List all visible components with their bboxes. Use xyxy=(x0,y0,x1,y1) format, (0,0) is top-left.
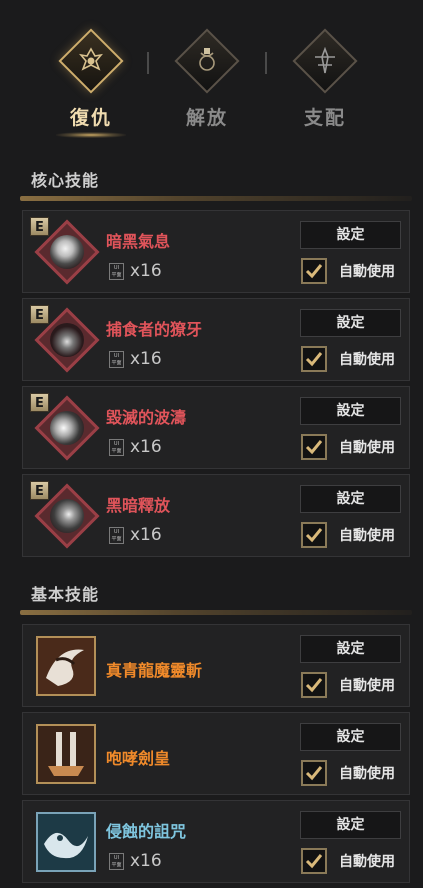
set-button[interactable]: 設定 xyxy=(300,221,401,249)
skill-icon xyxy=(36,724,96,784)
checkmark-icon xyxy=(305,678,323,693)
skill-name: 侵蝕的詛咒 xyxy=(106,822,187,841)
auto-use-checkbox[interactable] xyxy=(301,434,327,460)
auto-use-label: 自動使用 xyxy=(339,854,395,870)
basic-skills-title: 基本技能 xyxy=(31,585,100,604)
stack-count-value: x16 xyxy=(130,261,162,281)
auto-use-checkbox[interactable] xyxy=(301,522,327,548)
e-badge: E xyxy=(30,305,49,324)
section-divider xyxy=(20,610,412,615)
checkmark-icon xyxy=(305,766,323,781)
stack-count: UI 平面 x16 xyxy=(109,437,162,457)
auto-use-label: 自動使用 xyxy=(339,678,395,694)
set-button[interactable]: 設定 xyxy=(300,397,401,425)
tab-divider xyxy=(265,52,267,74)
tab-domination[interactable]: 支配 xyxy=(280,0,370,140)
auto-use-toggle[interactable]: 自動使用 xyxy=(301,522,395,548)
vengeance-emblem xyxy=(58,28,124,94)
stack-count-value: x16 xyxy=(130,851,162,871)
domination-emblem-icon xyxy=(315,47,335,74)
tab-label: 復仇 xyxy=(69,107,112,129)
vengeance-emblem-icon xyxy=(79,47,103,71)
auto-use-checkbox[interactable] xyxy=(301,672,327,698)
auto-use-toggle[interactable]: 自動使用 xyxy=(301,434,395,460)
auto-use-checkbox[interactable] xyxy=(301,848,327,874)
skill-name: 真青龍魔靈斬 xyxy=(106,661,203,680)
skill-name: 黑暗釋放 xyxy=(106,496,171,515)
set-button[interactable]: 設定 xyxy=(300,309,401,337)
skill-row-core-4[interactable]: E 黑暗釋放 UI 平面 x16 設定 自動使用 xyxy=(22,474,410,557)
set-button[interactable]: 設定 xyxy=(300,635,401,663)
skill-row-core-3[interactable]: E 毀滅的波濤 UI 平面 x16 設定 自動使用 xyxy=(22,386,410,469)
skill-category-tabs: 復仇 解放 支配 xyxy=(0,0,423,150)
set-button[interactable]: 設定 xyxy=(300,811,401,839)
dragon-slash-icon xyxy=(38,638,94,694)
liberation-emblem xyxy=(174,28,240,94)
domination-emblem xyxy=(292,28,358,94)
auto-use-toggle[interactable]: 自動使用 xyxy=(301,672,395,698)
auto-use-label: 自動使用 xyxy=(339,440,395,456)
stack-count: UI 平面 x16 xyxy=(109,851,162,871)
skill-row-core-2[interactable]: E 捕食者的獠牙 UI 平面 x16 設定 自動使用 xyxy=(22,298,410,381)
auto-use-checkbox[interactable] xyxy=(301,760,327,786)
checkmark-icon xyxy=(305,352,323,367)
checkmark-icon xyxy=(305,440,323,455)
auto-use-label: 自動使用 xyxy=(339,352,395,368)
erosion-curse-icon xyxy=(38,814,94,870)
auto-use-label: 自動使用 xyxy=(339,264,395,280)
skill-row-basic-2[interactable]: 咆哮劍皇 設定 自動使用 xyxy=(22,712,410,795)
stack-count: UI 平面 x16 xyxy=(109,525,162,545)
auto-use-label: 自動使用 xyxy=(339,528,395,544)
checkmark-icon xyxy=(305,854,323,869)
e-badge: E xyxy=(30,393,49,412)
section-divider xyxy=(20,196,412,201)
stack-icon: UI 平面 xyxy=(109,852,124,870)
stack-count-value: x16 xyxy=(130,437,162,457)
checkmark-icon xyxy=(305,264,323,279)
auto-use-toggle[interactable]: 自動使用 xyxy=(301,760,395,786)
skill-row-basic-1[interactable]: 真青龍魔靈斬 設定 自動使用 xyxy=(22,624,410,707)
stack-icon: UI 平面 xyxy=(109,438,124,456)
skill-name: 暗黑氣息 xyxy=(106,232,171,251)
stack-icon: UI 平面 xyxy=(109,350,124,368)
e-badge: E xyxy=(30,217,49,236)
auto-use-label: 自動使用 xyxy=(339,766,395,782)
stack-count: UI 平面 x16 xyxy=(109,349,162,369)
skill-icon xyxy=(36,636,96,696)
skill-name: 捕食者的獠牙 xyxy=(106,320,203,339)
skill-name: 咆哮劍皇 xyxy=(106,749,171,768)
active-tab-indicator xyxy=(56,132,126,138)
auto-use-checkbox[interactable] xyxy=(301,346,327,372)
liberation-emblem-icon xyxy=(199,48,215,71)
auto-use-toggle[interactable]: 自動使用 xyxy=(301,346,395,372)
tab-vengeance[interactable]: 復仇 xyxy=(46,0,136,140)
stack-count-value: x16 xyxy=(130,525,162,545)
auto-use-toggle[interactable]: 自動使用 xyxy=(301,848,395,874)
checkmark-icon xyxy=(305,528,323,543)
skill-name: 毀滅的波濤 xyxy=(106,408,187,427)
stack-count-value: x16 xyxy=(130,349,162,369)
tab-label: 支配 xyxy=(303,107,346,129)
core-skills-title: 核心技能 xyxy=(31,171,100,190)
tab-label: 解放 xyxy=(185,107,228,129)
tab-liberation[interactable]: 解放 xyxy=(162,0,252,140)
stack-icon: UI 平面 xyxy=(109,526,124,544)
stack-icon: UI 平面 xyxy=(109,262,124,280)
e-badge: E xyxy=(30,481,49,500)
skill-icon xyxy=(36,812,96,872)
auto-use-checkbox[interactable] xyxy=(301,258,327,284)
skill-row-basic-3[interactable]: 侵蝕的詛咒 UI 平面 x16 設定 自動使用 xyxy=(22,800,410,883)
auto-use-toggle[interactable]: 自動使用 xyxy=(301,258,395,284)
stack-count: UI 平面 x16 xyxy=(109,261,162,281)
roaring-sword-icon xyxy=(38,726,94,782)
skill-row-core-1[interactable]: E 暗黑氣息 UI 平面 x16 設定 自動使用 xyxy=(22,210,410,293)
set-button[interactable]: 設定 xyxy=(300,723,401,751)
tab-divider xyxy=(147,52,149,74)
set-button[interactable]: 設定 xyxy=(300,485,401,513)
